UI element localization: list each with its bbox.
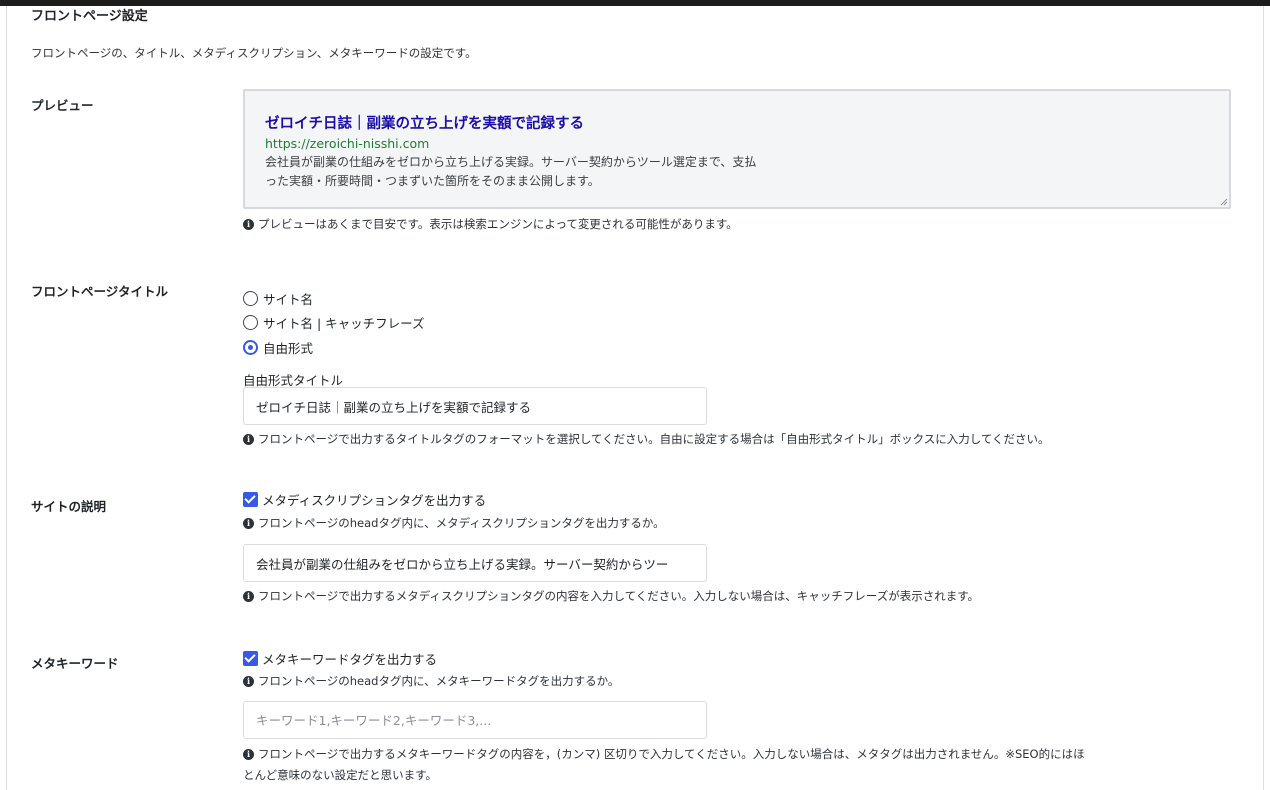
radio-button[interactable] [243, 291, 258, 306]
checkbox-label: メタキーワードタグを出力する [262, 652, 438, 667]
info-icon: i [243, 675, 254, 687]
front-title-label: フロントページタイトル [31, 284, 169, 299]
preview-label: プレビュー [31, 98, 94, 113]
section-description: フロントページの、タイトル、メタディスクリプション、メタキーワードの設定です。 [31, 46, 477, 60]
radio-label: 自由形式 [263, 341, 314, 356]
meta-keywords-input[interactable] [243, 701, 707, 739]
site-description-label: サイトの説明 [31, 499, 107, 514]
preview-url: https://zeroichi-nisshi.com [265, 136, 430, 151]
front-title-note: i フロントページで出力するタイトルタグのフォーマットを選択してください。自由に… [243, 431, 1050, 447]
meta-keywords-label: メタキーワード [31, 656, 119, 671]
sub-note-text: フロントページのheadタグ内に、メタキーワードタグを出力するか。 [258, 674, 620, 688]
preview-description-line: 会社員が副業の仕組みをゼロから立ち上げる実録。サーバー契約からツール選定まで、支… [265, 155, 757, 169]
section-title: フロントページ設定 [31, 9, 148, 24]
info-icon: i [243, 433, 254, 445]
preview-note: i プレビューはあくまで目安です。表示は検索エンジンによって変更される可能性があ… [243, 216, 738, 232]
meta-description-sub-note: i フロントページのheadタグ内に、メタディスクリプションタグを出力するか。 [243, 515, 665, 531]
freeform-title-input[interactable] [243, 387, 707, 425]
radio-button-selected[interactable] [243, 340, 258, 355]
info-icon: i [243, 218, 254, 230]
radio-option-site-name[interactable]: サイト名 [243, 289, 313, 308]
resize-handle-icon[interactable] [1220, 198, 1228, 206]
checkbox-label: メタディスクリプションタグを出力する [262, 493, 487, 508]
preview-description-line: った実額・所要時間・つまずいた箇所をそのまま公開します。 [265, 174, 600, 188]
front-title-note-text: フロントページで出力するタイトルタグのフォーマットを選択してください。自由に設定… [258, 432, 1050, 446]
checkbox-checked[interactable] [243, 492, 258, 507]
radio-option-site-name-catchphrase[interactable]: サイト名 | キャッチフレーズ [243, 313, 425, 332]
info-icon: i [243, 517, 254, 529]
meta-keywords-checkbox-row[interactable]: メタキーワードタグを出力する [243, 649, 437, 668]
meta-description-input[interactable] [243, 544, 707, 582]
radio-label: サイト名 [263, 292, 314, 307]
preview-note-text: プレビューはあくまで目安です。表示は検索エンジンによって変更される可能性がありま… [258, 217, 738, 231]
meta-keywords-sub-note: i フロントページのheadタグ内に、メタキーワードタグを出力するか。 [243, 673, 619, 689]
meta-description-note-text: フロントページで出力するメタディスクリプションタグの内容を入力してください。入力… [258, 589, 980, 603]
info-icon: i [243, 590, 254, 602]
radio-label: サイト名 | キャッチフレーズ [263, 316, 425, 331]
radio-option-freeform[interactable]: 自由形式 [243, 338, 313, 357]
preview-description: 会社員が副業の仕組みをゼロから立ち上げる実録。サーバー契約からツール選定まで、支… [265, 153, 835, 191]
meta-keywords-note: i フロントページで出力するメタキーワードタグの内容を，(カンマ) 区切りで入力… [243, 746, 1085, 762]
preview-title: ゼロイチ日誌｜副業の立ち上げを実額で記録する [265, 116, 584, 132]
meta-description-note: i フロントページで出力するメタディスクリプションタグの内容を入力してください。… [243, 588, 979, 604]
meta-keywords-note-text: フロントページで出力するメタキーワードタグの内容を，(カンマ) 区切りで入力して… [258, 747, 1085, 761]
info-icon: i [243, 748, 254, 760]
sub-note-text: フロントページのheadタグ内に、メタディスクリプションタグを出力するか。 [258, 516, 665, 530]
radio-button[interactable] [243, 315, 258, 330]
meta-description-checkbox-row[interactable]: メタディスクリプションタグを出力する [243, 490, 486, 509]
checkbox-checked[interactable] [243, 651, 258, 666]
meta-keywords-note-continued: とんど意味のない設定だと思います。 [243, 768, 438, 782]
search-preview-box[interactable]: ゼロイチ日誌｜副業の立ち上げを実額で記録する https://zeroichi-… [243, 89, 1231, 209]
